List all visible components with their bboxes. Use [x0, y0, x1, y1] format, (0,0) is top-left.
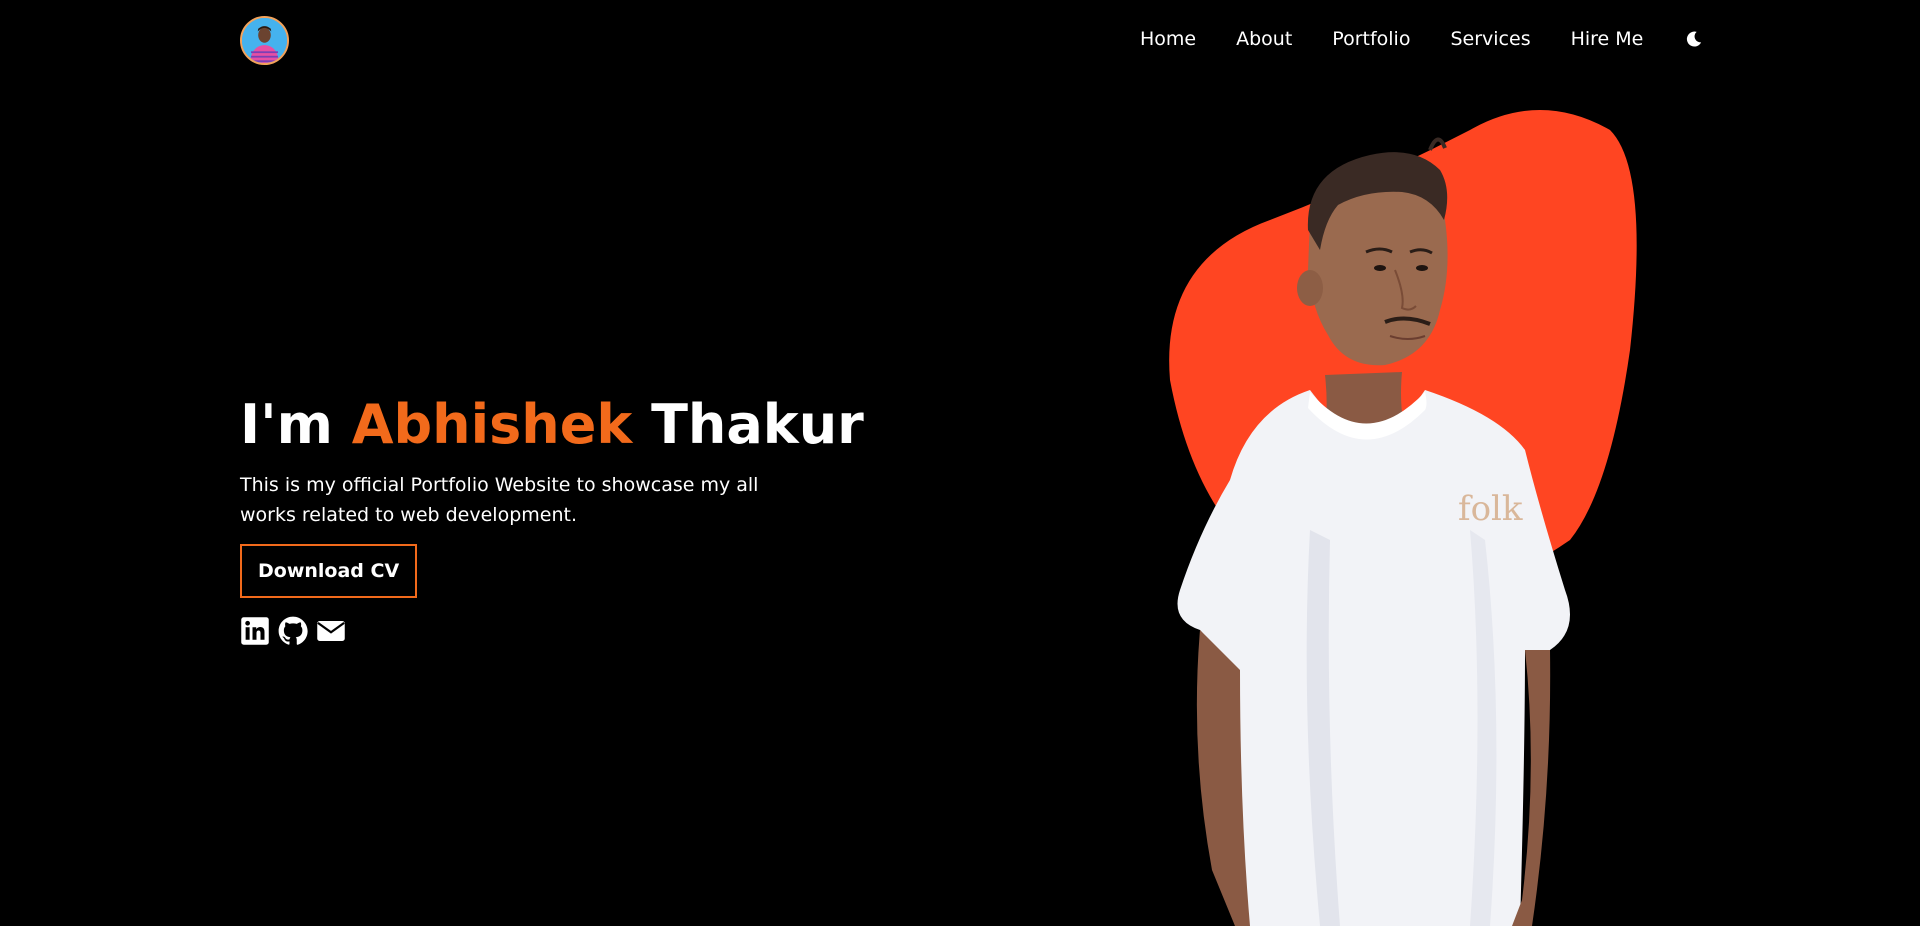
nav-link-about[interactable]: About	[1236, 28, 1292, 50]
hero-portrait-illustration: folk	[1169, 110, 1637, 926]
portfolio-page: Home About Portfolio Services Hire Me I'…	[0, 0, 1920, 926]
navbar: Home About Portfolio Services Hire Me	[0, 0, 1920, 84]
hero-section: I'm Abhishek Thakur This is my official …	[240, 392, 880, 646]
github-icon	[278, 616, 308, 645]
nav-link-home[interactable]: Home	[1140, 28, 1196, 50]
github-link[interactable]	[278, 616, 308, 646]
hero-title: I'm Abhishek Thakur	[240, 392, 880, 458]
nav-link-hire-me[interactable]: Hire Me	[1571, 28, 1644, 50]
moon-icon	[1687, 31, 1702, 47]
hero-title-first-name: Abhishek	[351, 393, 633, 456]
nav-link-services[interactable]: Services	[1450, 28, 1530, 50]
shirt-logo-text: folk	[1458, 489, 1523, 529]
avatar-portrait-icon	[242, 18, 287, 63]
envelope-icon	[317, 621, 345, 641]
profile-avatar-logo[interactable]	[240, 16, 289, 65]
theme-toggle-button[interactable]	[1683, 28, 1705, 50]
nav-link-portfolio[interactable]: Portfolio	[1332, 28, 1410, 50]
hero-title-last-name: Thakur	[651, 393, 864, 456]
social-links	[240, 616, 880, 646]
email-link[interactable]	[316, 616, 346, 646]
nav-menu: Home About Portfolio Services Hire Me	[1140, 28, 1705, 50]
hero-description: This is my official Portfolio Website to…	[240, 474, 759, 526]
hero-title-prefix: I'm	[240, 393, 333, 456]
linkedin-icon	[241, 617, 269, 645]
hero-art: folk	[1140, 110, 1660, 926]
linkedin-link[interactable]	[240, 616, 270, 646]
download-cv-button[interactable]: Download CV	[240, 544, 418, 598]
